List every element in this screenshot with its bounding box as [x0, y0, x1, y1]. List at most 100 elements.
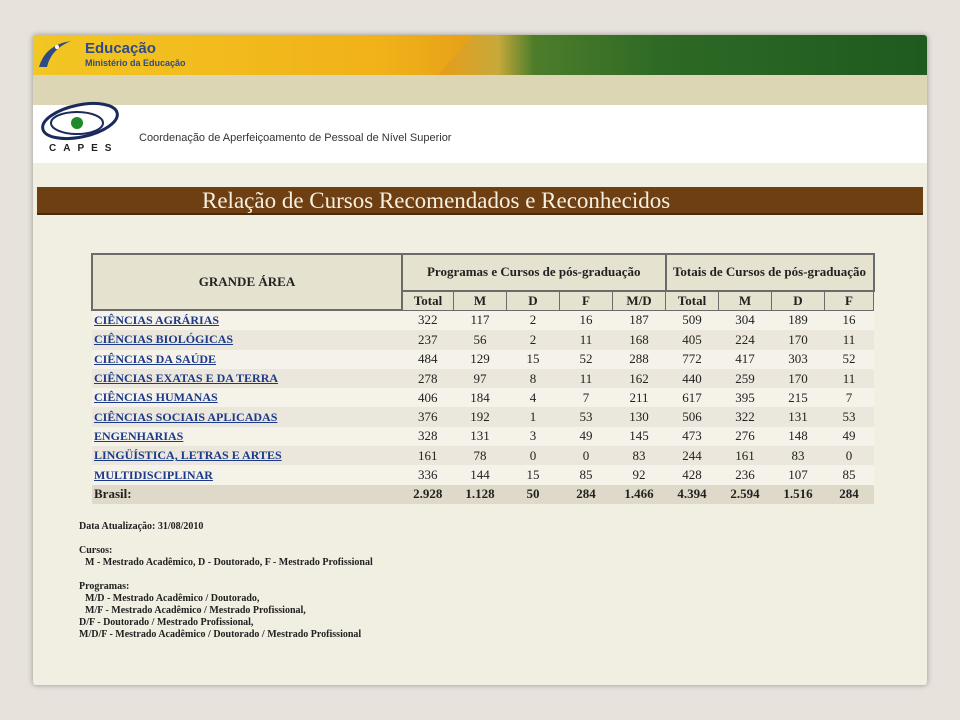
area-link[interactable]: CIÊNCIAS HUMANAS [94, 390, 218, 404]
value-cell: 3 [506, 426, 560, 447]
programas-title: Programas: [79, 581, 130, 592]
value-cell: 168 [612, 330, 666, 350]
area-cell: CIÊNCIAS DA SAÚDE [92, 349, 402, 369]
gov-subtitle[interactable]: Ministério da Educação [85, 58, 186, 68]
value-cell: 484 [402, 349, 454, 369]
area-cell: CIÊNCIAS SOCIAIS APLICADAS [92, 407, 402, 427]
value-cell: 170 [771, 330, 825, 350]
area-link[interactable]: CIÊNCIAS SOCIAIS APLICADAS [94, 410, 277, 424]
value-cell: 129 [453, 349, 507, 369]
value-cell: 237 [402, 330, 454, 350]
table-row: CIÊNCIAS BIOLÓGICAS 237 56 2 11 168 405 … [92, 330, 874, 350]
cursos-text: M - Mestrado Acadêmico, D - Doutorado, F… [85, 557, 373, 568]
value-cell: 92 [612, 465, 666, 485]
area-header: GRANDE ÁREA [91, 253, 403, 311]
value-cell: 11 [559, 368, 613, 389]
totals-group-header: Totais de Cursos de pós-graduação [664, 253, 875, 292]
value-cell: 0 [559, 446, 613, 466]
value-cell: 376 [402, 407, 454, 427]
value-cell: 15 [506, 349, 560, 369]
table-row: MULTIDISCIPLINAR 336 144 15 85 92 428 23… [92, 465, 874, 485]
area-cell: ENGENHARIAS [92, 426, 402, 447]
value-cell: 278 [402, 368, 454, 389]
area-link[interactable]: LINGÜÍSTICA, LETRAS E ARTES [94, 448, 282, 462]
value-cell: 7 [824, 388, 874, 408]
value-cell: 304 [718, 310, 772, 331]
area-link[interactable]: ENGENHARIAS [94, 429, 183, 443]
total-label: Brasil: [92, 484, 402, 504]
total-cell: 1.128 [453, 484, 507, 504]
value-cell: 11 [824, 330, 874, 350]
col-header: M [453, 290, 507, 311]
brazil-gov-icon [39, 41, 71, 67]
value-cell: 259 [718, 368, 772, 389]
value-cell: 617 [665, 388, 719, 408]
value-cell: 303 [771, 349, 825, 369]
value-cell: 189 [771, 310, 825, 331]
total-cell: 4.394 [665, 484, 719, 504]
area-cell: CIÊNCIAS AGRÁRIAS [92, 310, 402, 331]
value-cell: 215 [771, 388, 825, 408]
col-header: D [506, 290, 560, 311]
value-cell: 78 [453, 446, 507, 466]
value-cell: 0 [824, 446, 874, 466]
value-cell: 117 [453, 310, 507, 331]
gov-banner: Educação Ministério da Educação [33, 35, 927, 75]
value-cell: 772 [665, 349, 719, 369]
value-cell: 224 [718, 330, 772, 350]
value-cell: 16 [559, 310, 613, 331]
value-cell: 53 [824, 407, 874, 427]
value-cell: 131 [771, 407, 825, 427]
area-link[interactable]: CIÊNCIAS DA SAÚDE [94, 352, 216, 366]
value-cell: 395 [718, 388, 772, 408]
value-cell: 328 [402, 426, 454, 447]
col-header: Total [665, 290, 719, 311]
total-cell: 1.466 [612, 484, 666, 504]
area-link[interactable]: CIÊNCIAS EXATAS E DA TERRA [94, 371, 278, 385]
cursos-title: Cursos: [79, 545, 113, 556]
value-cell: 322 [718, 407, 772, 427]
value-cell: 15 [506, 465, 560, 485]
value-cell: 406 [402, 388, 454, 408]
value-cell: 97 [453, 368, 507, 389]
courses-table: GRANDE ÁREA Programas e Cursos de pós-gr… [91, 253, 875, 504]
area-cell: CIÊNCIAS HUMANAS [92, 388, 402, 408]
value-cell: 506 [665, 407, 719, 427]
capes-full-name: Coordenação de Aperfeiçoamento de Pessoa… [139, 132, 452, 144]
value-cell: 11 [559, 330, 613, 350]
value-cell: 184 [453, 388, 507, 408]
table-row: LINGÜÍSTICA, LETRAS E ARTES 161 78 0 0 8… [92, 446, 874, 466]
value-cell: 417 [718, 349, 772, 369]
value-cell: 83 [771, 446, 825, 466]
value-cell: 288 [612, 349, 666, 369]
area-cell: CIÊNCIAS EXATAS E DA TERRA [92, 368, 402, 389]
area-link[interactable]: CIÊNCIAS BIOLÓGICAS [94, 332, 233, 346]
table-row: CIÊNCIAS EXATAS E DA TERRA 278 97 8 11 1… [92, 368, 874, 389]
area-cell: LINGÜÍSTICA, LETRAS E ARTES [92, 446, 402, 466]
total-cell: 284 [824, 484, 874, 504]
value-cell: 2 [506, 310, 560, 331]
table-row: CIÊNCIAS HUMANAS 406 184 4 7 211 617 395… [92, 388, 874, 408]
col-header: D [771, 290, 825, 311]
value-cell: 2 [506, 330, 560, 350]
table-row: CIÊNCIAS DA SAÚDE 484 129 15 52 288 772 … [92, 349, 874, 369]
area-link[interactable]: CIÊNCIAS AGRÁRIAS [94, 313, 219, 327]
value-cell: 336 [402, 465, 454, 485]
programs-group-header: Programas e Cursos de pós-graduação [401, 253, 667, 292]
value-cell: 49 [559, 426, 613, 447]
col-header: F [559, 290, 613, 311]
total-cell: 2.594 [718, 484, 772, 504]
gov-title[interactable]: Educação [85, 40, 156, 57]
value-cell: 236 [718, 465, 772, 485]
value-cell: 192 [453, 407, 507, 427]
value-cell: 144 [453, 465, 507, 485]
value-cell: 85 [824, 465, 874, 485]
page-frame: Educação Ministério da Educação CAPES Co… [33, 35, 927, 685]
value-cell: 322 [402, 310, 454, 331]
value-cell: 405 [665, 330, 719, 350]
area-link[interactable]: MULTIDISCIPLINAR [94, 468, 213, 482]
table-row: ENGENHARIAS 328 131 3 49 145 473 276 148… [92, 426, 874, 447]
update-date: Data Atualização: 31/08/2010 [79, 521, 204, 532]
value-cell: 7 [559, 388, 613, 408]
value-cell: 428 [665, 465, 719, 485]
